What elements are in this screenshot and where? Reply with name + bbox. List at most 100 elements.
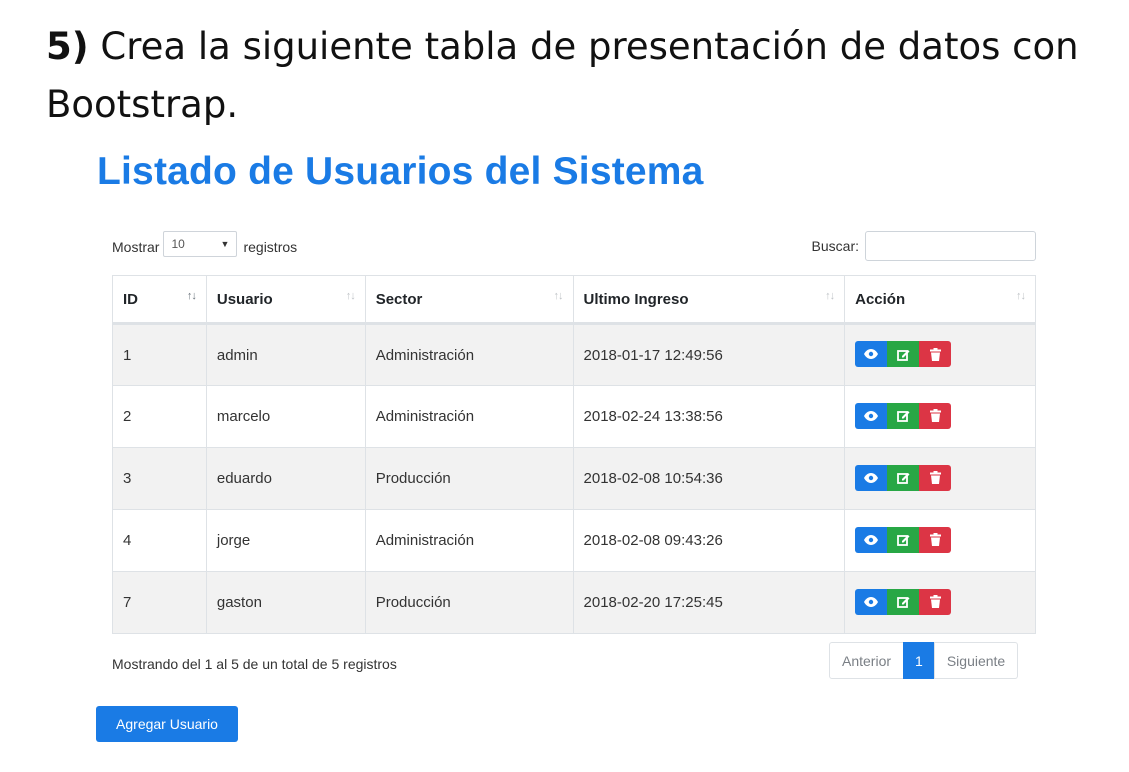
eye-icon	[864, 596, 879, 607]
table-row: 1 admin Administración 2018-01-17 12:49:…	[112, 323, 1036, 386]
delete-button[interactable]	[919, 588, 952, 615]
cell-id: 4	[112, 509, 207, 572]
exercise-number: 5)	[46, 25, 89, 68]
cell-id: 1	[112, 323, 207, 386]
search-control: Buscar:	[812, 231, 1036, 261]
cell-usuario: admin	[205, 323, 366, 386]
cell-usuario: jorge	[205, 509, 366, 572]
next-page-button[interactable]: Siguiente	[933, 642, 1019, 679]
delete-button[interactable]	[919, 402, 952, 429]
cell-sector: Producción	[364, 571, 574, 634]
cell-ultimo-ingreso: 2018-01-17 12:49:56	[572, 323, 846, 386]
cell-sector: Administración	[364, 323, 574, 386]
cell-accion	[844, 323, 1036, 386]
view-button[interactable]	[855, 588, 888, 615]
edit-button[interactable]	[887, 402, 920, 429]
eye-icon	[864, 410, 879, 421]
column-label: Usuario	[216, 290, 273, 308]
sort-arrows-icon: ↑↓	[1016, 290, 1026, 302]
action-group	[855, 402, 952, 429]
caret-down-icon: ▼	[220, 239, 230, 249]
cell-ultimo-ingreso: 2018-02-20 17:25:45	[572, 571, 846, 634]
column-header-ultimo-ingreso[interactable]: Ultimo Ingreso ↑↓	[572, 275, 846, 325]
table-row: 3 eduardo Producción 2018-02-08 10:54:36	[112, 447, 1036, 510]
sort-arrows-icon: ↑↓	[186, 290, 197, 302]
cell-id: 3	[112, 447, 207, 510]
cell-id: 7	[112, 571, 207, 634]
cell-sector: Producción	[364, 447, 574, 510]
column-label: ID	[123, 290, 138, 308]
sort-arrows-icon: ↑↓	[553, 290, 564, 302]
trash-icon	[929, 409, 941, 422]
edit-button[interactable]	[887, 341, 920, 367]
pagination: Anterior 1 Siguiente	[829, 642, 1019, 679]
search-label: Buscar:	[811, 238, 859, 254]
eye-icon	[864, 349, 879, 359]
length-control: Mostrar 10 ▼ registros	[112, 231, 298, 257]
view-button[interactable]	[855, 526, 888, 553]
trash-icon	[929, 347, 941, 361]
edit-button[interactable]	[887, 526, 920, 553]
edit-icon	[896, 473, 910, 484]
cell-usuario: gaston	[205, 571, 366, 634]
view-button[interactable]	[855, 402, 888, 429]
length-prefix: Mostrar	[112, 239, 160, 255]
cell-ultimo-ingreso: 2018-02-08 09:43:26	[572, 509, 846, 572]
search-input[interactable]	[865, 231, 1036, 261]
cell-id: 2	[112, 385, 207, 448]
column-header-sector[interactable]: Sector ↑↓	[364, 275, 574, 325]
trash-icon	[929, 471, 941, 484]
current-page-button[interactable]: 1	[903, 642, 935, 679]
trash-icon	[929, 595, 941, 608]
length-suffix: registros	[243, 239, 298, 255]
column-header-usuario[interactable]: Usuario ↑↓	[205, 275, 366, 325]
edit-button[interactable]	[887, 464, 920, 491]
cell-accion	[844, 385, 1036, 448]
edit-icon	[896, 411, 910, 422]
trash-icon	[929, 533, 941, 546]
table-header: ID ↑↓ Usuario ↑↓ Sector ↑↓ Ultimo Ingreso ↑↓…	[112, 275, 1036, 325]
sort-arrows-icon: ↑↓	[345, 290, 356, 302]
previous-page-button[interactable]: Anterior	[829, 642, 905, 679]
table-row: 2 marcelo Administración 2018-02-24 13:3…	[112, 385, 1036, 448]
cell-sector: Administración	[364, 385, 574, 448]
action-group	[855, 588, 952, 615]
edit-icon	[896, 349, 910, 361]
action-group	[855, 526, 952, 553]
cell-usuario: marcelo	[205, 385, 366, 448]
table-row: 7 gaston Producción 2018-02-20 17:25:45	[112, 571, 1036, 634]
cell-ultimo-ingreso: 2018-02-08 10:54:36	[572, 447, 846, 510]
exercise-text: Crea la siguiente tabla de presentación …	[46, 25, 1079, 126]
delete-button[interactable]	[919, 341, 952, 367]
edit-button[interactable]	[887, 588, 920, 615]
view-button[interactable]	[855, 341, 888, 367]
action-group	[855, 464, 952, 491]
add-user-button[interactable]: Agregar Usuario	[96, 706, 238, 742]
column-header-id[interactable]: ID ↑↓	[112, 275, 207, 325]
length-select-value: 10	[171, 237, 185, 251]
delete-button[interactable]	[919, 526, 952, 553]
cell-sector: Administración	[364, 509, 574, 572]
view-button[interactable]	[855, 464, 888, 491]
header-row: ID ↑↓ Usuario ↑↓ Sector ↑↓ Ultimo Ingreso ↑↓…	[112, 275, 1036, 325]
table-body: 1 admin Administración 2018-01-17 12:49:…	[112, 323, 1036, 634]
users-table: ID ↑↓ Usuario ↑↓ Sector ↑↓ Ultimo Ingreso ↑↓…	[112, 275, 1036, 634]
column-label: Acción	[855, 290, 906, 308]
table-row: 4 jorge Administración 2018-02-08 09:43:…	[112, 509, 1036, 572]
cell-accion	[844, 447, 1036, 510]
column-label: Ultimo Ingreso	[583, 290, 689, 308]
cell-usuario: eduardo	[205, 447, 366, 510]
cell-accion	[844, 509, 1036, 572]
cell-ultimo-ingreso: 2018-02-24 13:38:56	[572, 385, 846, 448]
length-select[interactable]: 10 ▼	[163, 231, 238, 257]
edit-icon	[896, 535, 910, 546]
delete-button[interactable]	[919, 464, 952, 491]
eye-icon	[864, 472, 879, 483]
table-info: Mostrando del 1 al 5 de un total de 5 re…	[112, 656, 397, 672]
action-group	[855, 341, 952, 367]
page-title: Listado de Usuarios del Sistema	[97, 150, 704, 193]
column-header-accion[interactable]: Acción ↑↓	[844, 275, 1036, 325]
column-label: Sector	[375, 290, 423, 308]
cell-accion	[844, 571, 1036, 634]
table-controls: Mostrar 10 ▼ registros Buscar:	[112, 231, 1036, 261]
